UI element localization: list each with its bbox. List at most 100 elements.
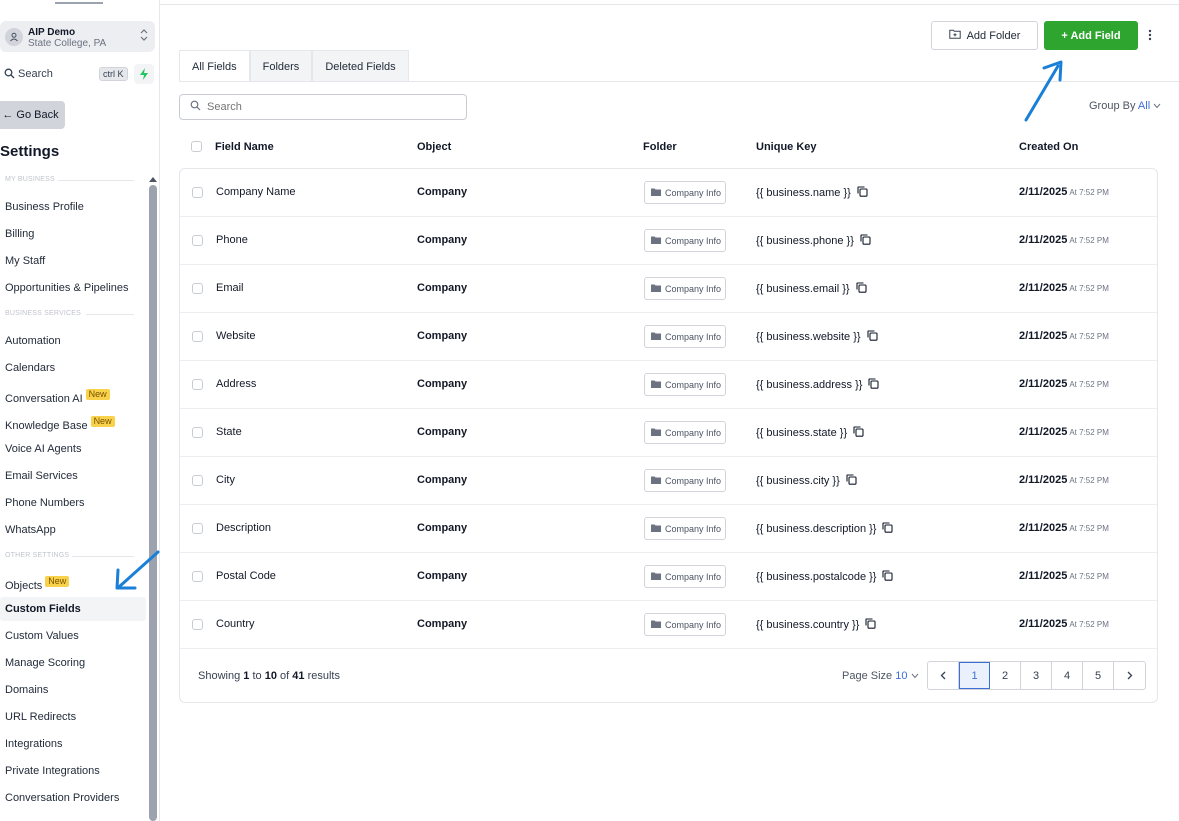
select-all-checkbox[interactable] bbox=[191, 141, 202, 152]
bolt-icon[interactable] bbox=[134, 64, 154, 84]
add-field-button[interactable]: + Add Field bbox=[1044, 21, 1138, 50]
prev-page-button[interactable] bbox=[928, 662, 959, 689]
table-row[interactable]: Phone Company Company Info {{ business.phon… bbox=[180, 217, 1157, 265]
sidebar-item-phone-numbers[interactable]: Phone Numbers bbox=[5, 497, 85, 509]
page-button-5[interactable]: 5 bbox=[1083, 662, 1114, 689]
folder-tag[interactable]: Company Info bbox=[644, 181, 726, 204]
row-checkbox[interactable] bbox=[192, 283, 203, 294]
field-name[interactable]: Country bbox=[216, 618, 255, 630]
sidebar-item-whatsapp[interactable]: WhatsApp bbox=[5, 524, 56, 536]
column-header-object[interactable]: Object bbox=[417, 141, 451, 153]
table-row[interactable]: Website Company Company Info {{ business.we… bbox=[180, 313, 1157, 361]
row-checkbox[interactable] bbox=[192, 475, 203, 486]
sidebar-search[interactable]: Search ctrl K bbox=[0, 65, 130, 83]
group-by-select[interactable]: Group By All bbox=[1089, 100, 1161, 112]
page-button-4[interactable]: 4 bbox=[1052, 662, 1083, 689]
copy-icon[interactable] bbox=[857, 186, 868, 200]
kebab-icon[interactable] bbox=[1146, 28, 1154, 45]
copy-icon[interactable] bbox=[853, 426, 864, 440]
page-button-2[interactable]: 2 bbox=[990, 662, 1021, 689]
field-name[interactable]: Description bbox=[216, 522, 271, 534]
folder-tag[interactable]: Company Info bbox=[644, 469, 726, 492]
table-row[interactable]: Postal Code Company Company Info {{ busines… bbox=[180, 553, 1157, 601]
table-row[interactable]: Description Company Company Info {{ busines… bbox=[180, 505, 1157, 553]
folder-tag[interactable]: Company Info bbox=[644, 565, 726, 588]
table-row[interactable]: City Company Company Info {{ business.city … bbox=[180, 457, 1157, 505]
column-header-field-name[interactable]: Field Name bbox=[215, 141, 274, 153]
sidebar-item-private-integrations[interactable]: Private Integrations bbox=[5, 765, 100, 777]
sidebar-scrollbar[interactable] bbox=[149, 185, 157, 821]
folder-tag[interactable]: Company Info bbox=[644, 517, 726, 540]
row-checkbox[interactable] bbox=[192, 235, 203, 246]
sidebar-item-conversation-providers[interactable]: Conversation Providers bbox=[5, 792, 119, 804]
copy-icon[interactable] bbox=[868, 378, 879, 392]
sidebar-item-automation[interactable]: Automation bbox=[5, 335, 61, 347]
search-input[interactable] bbox=[207, 101, 447, 113]
copy-icon[interactable] bbox=[860, 234, 871, 248]
sidebar-item-billing[interactable]: Billing bbox=[5, 228, 34, 240]
sidebar-item-conversation-ai[interactable]: Conversation AI New bbox=[5, 389, 110, 405]
next-page-button[interactable] bbox=[1114, 662, 1145, 689]
go-back-button[interactable]: ← Go Back bbox=[0, 101, 65, 129]
table-row[interactable]: Email Company Company Info {{ business.emai… bbox=[180, 265, 1157, 313]
folder-tag[interactable]: Company Info bbox=[644, 613, 726, 636]
table-row[interactable]: Address Company Company Info {{ business.ad… bbox=[180, 361, 1157, 409]
sidebar-item-custom-values[interactable]: Custom Values bbox=[5, 630, 79, 642]
row-checkbox[interactable] bbox=[192, 571, 203, 582]
copy-icon[interactable] bbox=[867, 330, 878, 344]
sidebar-item-voice-ai-agents[interactable]: Voice AI Agents bbox=[5, 443, 81, 455]
tab-all-fields[interactable]: All Fields bbox=[179, 50, 250, 82]
folder-tag[interactable]: Company Info bbox=[644, 325, 726, 348]
sidebar-item-manage-scoring[interactable]: Manage Scoring bbox=[5, 657, 85, 669]
scroll-up-icon[interactable] bbox=[148, 172, 158, 186]
column-header-folder[interactable]: Folder bbox=[643, 141, 677, 153]
row-checkbox[interactable] bbox=[192, 187, 203, 198]
sidebar-item-calendars[interactable]: Calendars bbox=[5, 362, 55, 374]
field-name[interactable]: Postal Code bbox=[216, 570, 276, 582]
tab-deleted-fields[interactable]: Deleted Fields bbox=[312, 50, 409, 82]
row-checkbox[interactable] bbox=[192, 331, 203, 342]
row-checkbox[interactable] bbox=[192, 619, 203, 630]
search-field[interactable] bbox=[179, 94, 467, 120]
copy-icon[interactable] bbox=[882, 570, 894, 584]
column-header-unique-key[interactable]: Unique Key bbox=[756, 141, 817, 153]
tab-folders[interactable]: Folders bbox=[249, 50, 313, 82]
field-name[interactable]: Address bbox=[216, 378, 256, 390]
sidebar-item-domains[interactable]: Domains bbox=[5, 684, 48, 696]
sidebar-item-business-profile[interactable]: Business Profile bbox=[5, 201, 84, 213]
row-checkbox[interactable] bbox=[192, 427, 203, 438]
sidebar-item-knowledge-base[interactable]: Knowledge Base New bbox=[5, 416, 115, 432]
folder-tag[interactable]: Company Info bbox=[644, 229, 726, 252]
page-size-select[interactable]: Page Size 10 bbox=[842, 670, 919, 682]
account-switcher[interactable]: AIP Demo State College, PA bbox=[0, 21, 155, 52]
sidebar-item-my-staff[interactable]: My Staff bbox=[5, 255, 45, 267]
copy-icon[interactable] bbox=[882, 522, 894, 536]
field-name[interactable]: Phone bbox=[216, 234, 248, 246]
sidebar-item-integrations[interactable]: Integrations bbox=[5, 738, 62, 750]
add-folder-button[interactable]: Add Folder bbox=[931, 21, 1038, 50]
column-header-created-on[interactable]: Created On bbox=[1019, 141, 1078, 153]
field-name[interactable]: Company Name bbox=[216, 186, 295, 198]
page-button-1[interactable]: 1 bbox=[959, 662, 990, 689]
sidebar-item-custom-fields[interactable]: Custom Fields bbox=[5, 603, 81, 615]
field-name[interactable]: State bbox=[216, 426, 242, 438]
copy-icon[interactable] bbox=[865, 618, 876, 632]
table-row[interactable]: Company Name Company Company Info {{ busine… bbox=[180, 169, 1157, 217]
page-button-3[interactable]: 3 bbox=[1021, 662, 1052, 689]
copy-icon[interactable] bbox=[856, 282, 867, 296]
folder-tag[interactable]: Company Info bbox=[644, 277, 726, 300]
row-checkbox[interactable] bbox=[192, 523, 203, 534]
copy-icon[interactable] bbox=[846, 474, 857, 488]
field-name[interactable]: Email bbox=[216, 282, 244, 294]
row-checkbox[interactable] bbox=[192, 379, 203, 390]
sidebar-item-objects[interactable]: Objects New bbox=[5, 576, 70, 592]
sidebar-item-email-services[interactable]: Email Services bbox=[5, 470, 78, 482]
table-row[interactable]: State Company Company Info {{ business.stat… bbox=[180, 409, 1157, 457]
field-name[interactable]: City bbox=[216, 474, 235, 486]
folder-tag[interactable]: Company Info bbox=[644, 421, 726, 444]
sidebar-item-opportunities[interactable]: Opportunities & Pipelines bbox=[5, 282, 129, 294]
sidebar-item-url-redirects[interactable]: URL Redirects bbox=[5, 711, 76, 723]
table-row[interactable]: Country Company Company Info {{ business.co… bbox=[180, 601, 1157, 649]
folder-tag[interactable]: Company Info bbox=[644, 373, 726, 396]
field-name[interactable]: Website bbox=[216, 330, 256, 342]
